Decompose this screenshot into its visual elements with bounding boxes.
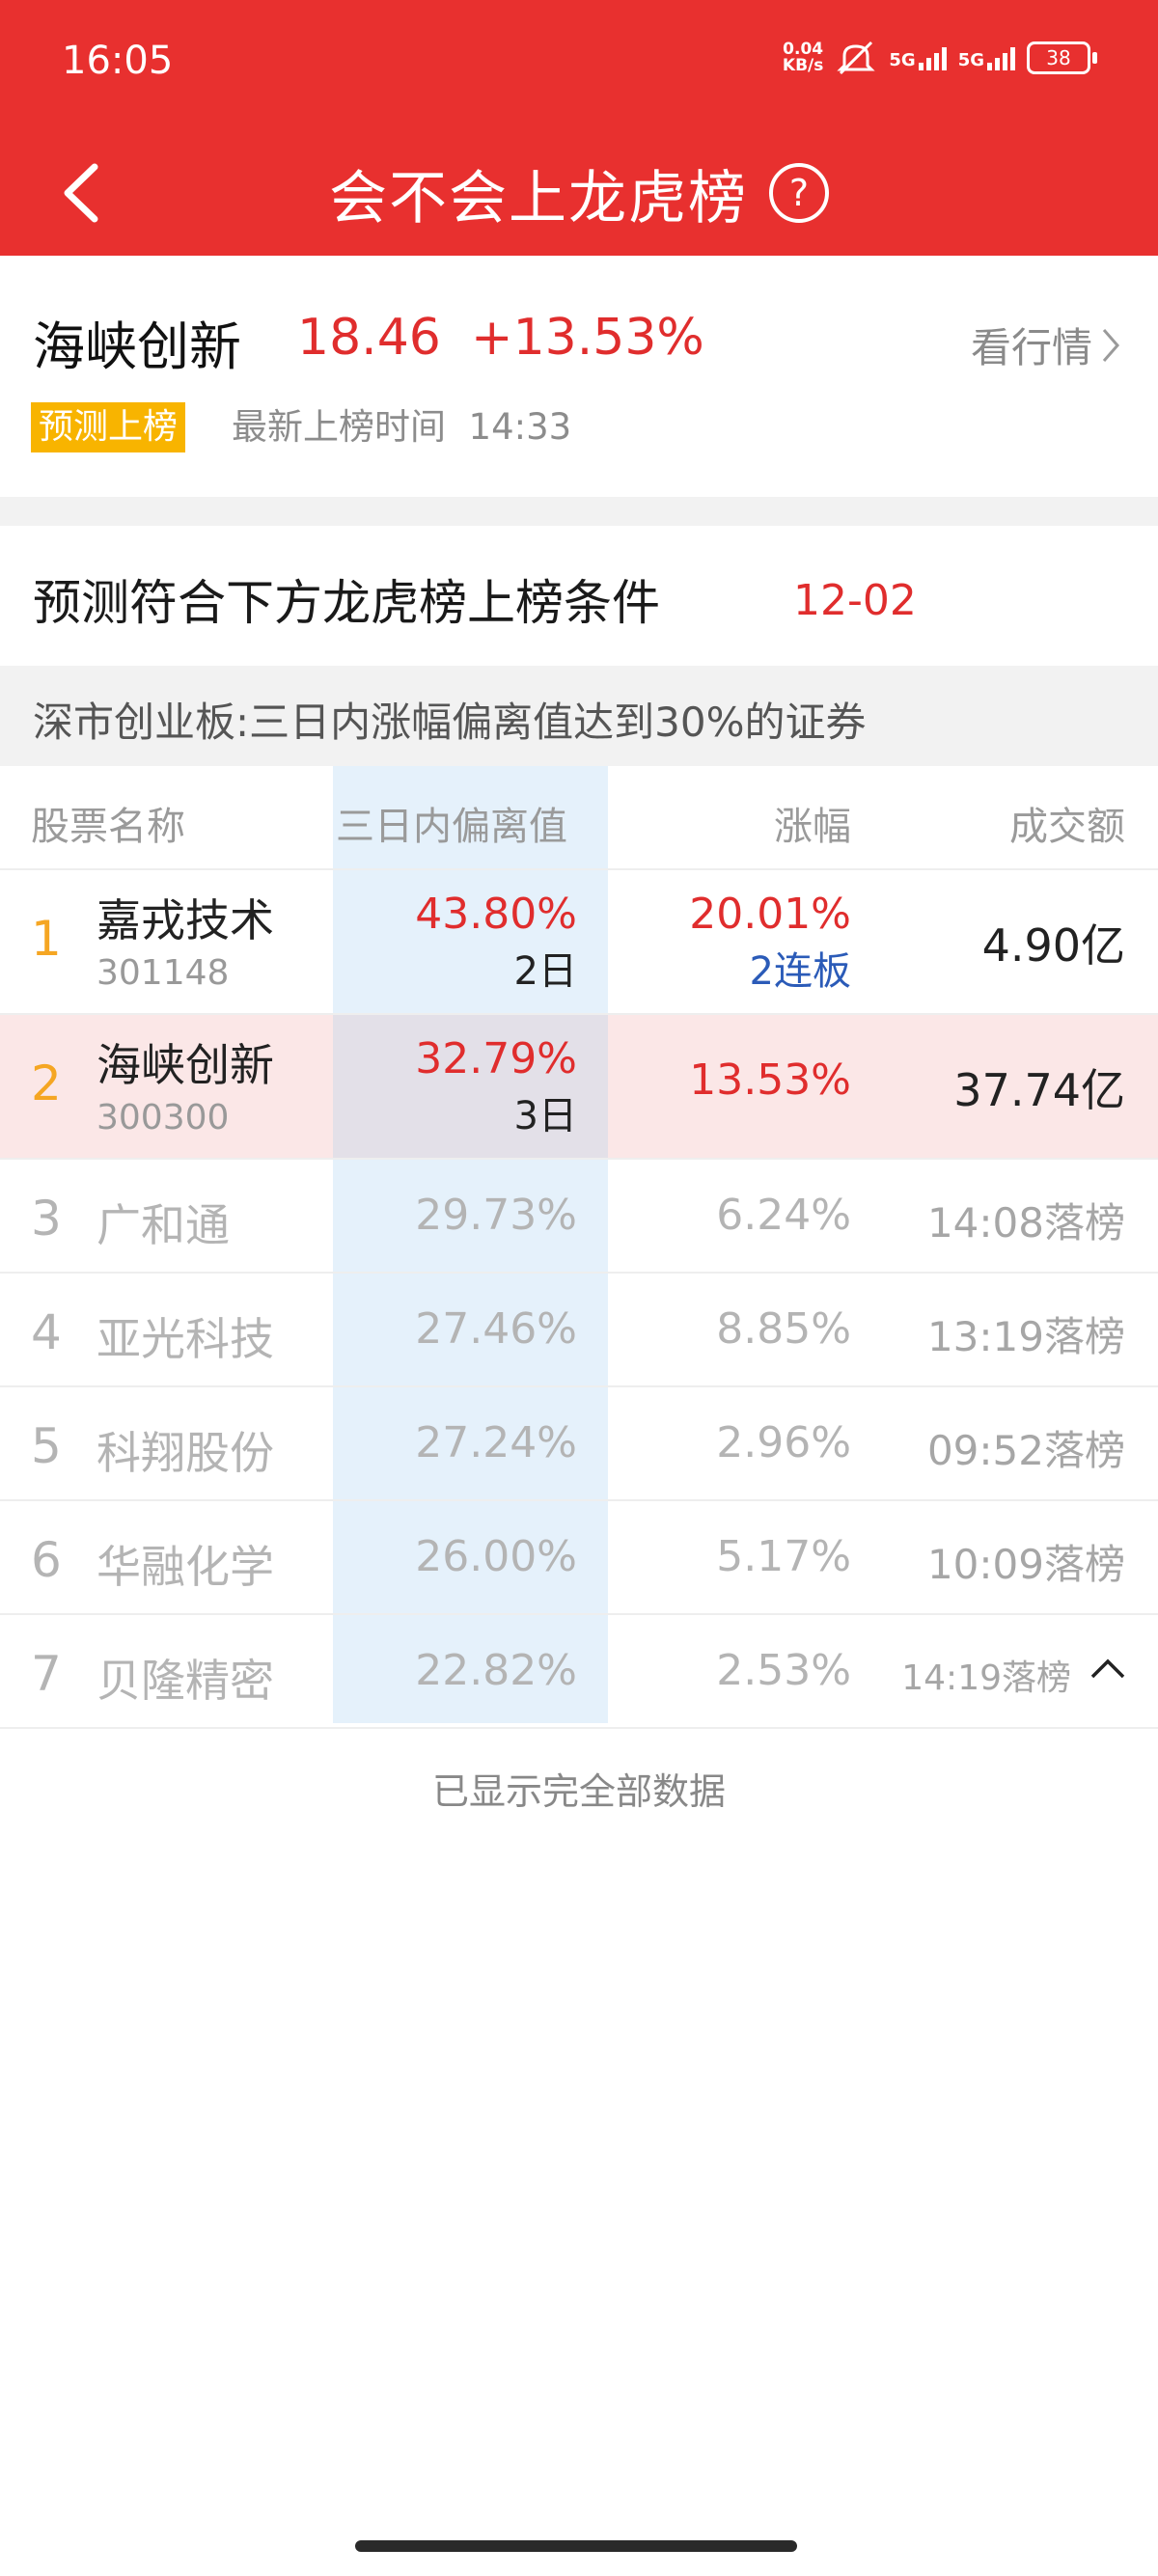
status-icons: 0.04 KB/s 5G 5G 38 <box>782 39 1097 77</box>
stock-name: 海峡创新 <box>33 316 241 377</box>
table-header: 股票名称 三日内偏离值 涨幅 成交额 <box>0 766 1158 870</box>
row-stock-name: 亚光科技 <box>96 1313 274 1365</box>
row-change: 6.24% <box>716 1191 851 1240</box>
rule-text: 深市创业板:三日内涨幅偏离值达到30%的证券 <box>33 699 867 746</box>
page-title: 会不会上龙虎榜 <box>329 164 748 233</box>
row-deviation: 29.73% <box>415 1191 577 1240</box>
row-rank: 6 <box>31 1532 62 1588</box>
row-rank: 7 <box>31 1646 62 1702</box>
row-amount: 4.90亿 <box>981 919 1125 972</box>
row-rank: 4 <box>31 1304 62 1360</box>
header-name: 股票名称 <box>31 805 185 849</box>
all-data-shown-note: 已显示完全部数据 <box>431 1770 726 1813</box>
signal-bars-icon <box>918 45 947 70</box>
row-streak: 2连板 <box>749 949 851 994</box>
stock-header: 海峡创新 18.46 +13.53% 看行情 预测上榜 最新上榜时间 14:33 <box>0 256 1158 497</box>
table-row[interactable]: 3 广和通 29.73% 6.24% 14:08落榜 <box>0 1160 1158 1274</box>
row-stock-name: 华融化学 <box>96 1541 274 1593</box>
row-rank: 3 <box>31 1191 62 1247</box>
row-deviation: 27.46% <box>415 1304 577 1354</box>
table-row[interactable]: 5 科翔股份 27.24% 2.96% 09:52落榜 <box>0 1387 1158 1501</box>
table-row-current[interactable]: 2 海峡创新 300300 32.79% 3日 13.53% 37.74亿 <box>0 1015 1158 1160</box>
latest-listing-time: 最新上榜时间 14:33 <box>232 406 572 448</box>
row-dropped-time: 10:09落榜 <box>926 1541 1125 1588</box>
rule-banner: 深市创业板:三日内涨幅偏离值达到30%的证券 <box>0 666 1158 766</box>
row-stock-name: 海峡创新 <box>96 1039 274 1091</box>
row-deviation: 26.00% <box>415 1532 577 1581</box>
chevron-right-icon <box>1102 328 1119 362</box>
net-speed: 0.04 KB/s <box>782 40 824 75</box>
home-indicator[interactable] <box>355 2540 797 2552</box>
mute-icon <box>837 41 875 75</box>
row-deviation: 27.24% <box>415 1418 577 1467</box>
row-dropped-time: 13:19落榜 <box>926 1313 1125 1360</box>
row-rank: 2 <box>31 1055 62 1111</box>
row-deviation: 43.80% <box>415 890 577 939</box>
header-deviation[interactable]: 三日内偏离值 <box>336 795 567 851</box>
row-change: 8.85% <box>716 1304 851 1354</box>
row-rank: 1 <box>31 911 62 967</box>
signal-1: 5G <box>889 45 947 70</box>
row-deviation: 32.79% <box>415 1034 577 1083</box>
signal-2: 5G <box>958 45 1015 70</box>
row-days: 2日 <box>513 949 577 994</box>
row-dropped-time: 14:08落榜 <box>926 1199 1125 1247</box>
row-change: 5.17% <box>716 1532 851 1581</box>
stock-price: 18.46 <box>297 309 441 367</box>
row-change: 2.53% <box>716 1646 851 1695</box>
view-quote-link[interactable]: 看行情 <box>971 315 1121 374</box>
header-change[interactable]: 涨幅 <box>774 795 851 851</box>
predict-badge: 预测上榜 <box>31 402 186 452</box>
battery-icon: 38 <box>1027 41 1097 74</box>
row-change: 20.01% <box>689 890 851 939</box>
row-change: 2.96% <box>716 1418 851 1467</box>
section-divider <box>0 497 1158 526</box>
condition-date: 12-02 <box>793 576 917 625</box>
signal-bars-icon <box>987 45 1015 70</box>
row-days: 3日 <box>513 1094 577 1138</box>
row-change: 13.53% <box>689 1055 851 1105</box>
row-stock-name: 嘉戎技术 <box>96 894 274 946</box>
table-row[interactable]: 7 贝隆精密 22.82% 2.53% 14:19落榜 <box>0 1615 1158 1729</box>
table-row[interactable]: 4 亚光科技 27.46% 8.85% 13:19落榜 <box>0 1274 1158 1387</box>
chevron-up-icon[interactable] <box>1089 1656 1127 1681</box>
row-dropped-time: 14:19落榜 <box>901 1658 1071 1698</box>
table-row[interactable]: 1 嘉戎技术 301148 43.80% 2日 20.01% 2连板 4.90亿 <box>0 870 1158 1015</box>
row-amount: 37.74亿 <box>953 1064 1125 1116</box>
row-stock-name: 广和通 <box>96 1199 230 1251</box>
ranking-table: 股票名称 三日内偏离值 涨幅 成交额 1 嘉戎技术 301148 43.80% … <box>0 766 1158 1729</box>
row-dropped-time: 09:52落榜 <box>926 1427 1125 1474</box>
help-icon[interactable]: ? <box>769 163 829 223</box>
table-row[interactable]: 6 华融化学 26.00% 5.17% 10:09落榜 <box>0 1501 1158 1615</box>
row-stock-name: 贝隆精密 <box>96 1655 274 1707</box>
status-time: 16:05 <box>62 39 174 83</box>
condition-title: 预测符合下方龙虎榜上榜条件 <box>33 575 660 631</box>
row-stock-code: 301148 <box>96 953 230 993</box>
row-stock-code: 300300 <box>96 1098 230 1137</box>
nav-bar: 会不会上龙虎榜 ? <box>0 130 1158 256</box>
stock-change: +13.53% <box>471 309 704 367</box>
row-stock-name: 科翔股份 <box>96 1427 274 1479</box>
status-bar: 16:05 0.04 KB/s 5G 5G 38 <box>0 0 1158 130</box>
header-amount[interactable]: 成交额 <box>1009 795 1125 851</box>
row-rank: 5 <box>31 1418 62 1474</box>
condition-header: 预测符合下方龙虎榜上榜条件 12-02 <box>0 526 1158 666</box>
row-deviation: 22.82% <box>415 1646 577 1695</box>
